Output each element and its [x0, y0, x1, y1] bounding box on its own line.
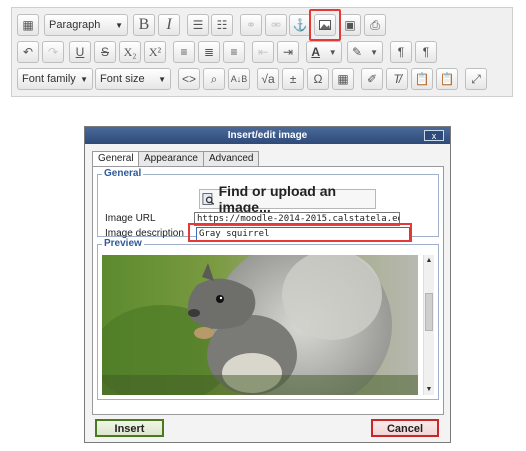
- numbered-list-icon[interactable]: ☷: [211, 14, 233, 36]
- align-center-icon[interactable]: ≣: [198, 41, 220, 63]
- format-select-label: Paragraph: [49, 19, 101, 31]
- squirrel-preview-image: [102, 255, 418, 395]
- superscript-label: X²: [148, 44, 162, 59]
- remove-format-icon[interactable]: T̸: [386, 68, 408, 90]
- undo-icon[interactable]: ↶: [17, 41, 39, 63]
- italic-button[interactable]: I: [158, 14, 180, 36]
- description-highlight: [188, 223, 412, 242]
- special-char-icon[interactable]: ±: [282, 68, 304, 90]
- fullscreen-icon[interactable]: ⤢: [465, 68, 487, 90]
- paste-word-icon[interactable]: 📋: [436, 68, 458, 90]
- font-size-label: Font size: [100, 73, 145, 85]
- toolbar-toggle-icon[interactable]: ▦: [17, 14, 39, 36]
- anchor-icon[interactable]: ⚓: [289, 14, 311, 36]
- insert-label: Insert: [114, 423, 145, 435]
- font-family-label: Font family: [22, 73, 76, 85]
- superscript-button[interactable]: X²: [144, 41, 166, 63]
- table-icon[interactable]: ▦: [332, 68, 354, 90]
- code-icon[interactable]: <>: [178, 68, 200, 90]
- dialog-titlebar: Insert/edit image: [85, 127, 450, 144]
- text-color-button[interactable]: A ▼: [306, 41, 342, 63]
- chevron-down-icon: ▼: [115, 20, 123, 30]
- find-upload-button[interactable]: Find or upload an image...: [199, 183, 376, 215]
- find-upload-label: Find or upload an image...: [218, 183, 337, 215]
- preview-legend: Preview: [102, 238, 144, 249]
- strikethrough-button[interactable]: S: [94, 41, 116, 63]
- insert-image-dialog: Insert/edit image x General Appearance A…: [84, 126, 451, 443]
- clear-formatting-icon[interactable]: ✐: [361, 68, 383, 90]
- chevron-down-icon: ▼: [370, 47, 378, 57]
- general-legend: General: [102, 168, 144, 179]
- bullet-list-icon[interactable]: ☰: [187, 14, 209, 36]
- dialog-title: Insert/edit image: [227, 130, 308, 141]
- chevron-down-icon: ▼: [80, 74, 88, 84]
- bold-button[interactable]: B: [133, 14, 155, 36]
- tab-advanced-label: Advanced: [209, 153, 254, 164]
- equation-button[interactable]: √a: [257, 68, 279, 90]
- spellcheck-icon[interactable]: A↓B: [228, 68, 250, 90]
- tab-appearance[interactable]: Appearance: [138, 151, 204, 166]
- align-left-icon[interactable]: ≡: [173, 41, 195, 63]
- underline-label: U: [75, 45, 85, 59]
- media-icon[interactable]: ▣: [339, 14, 361, 36]
- tab-general-label: General: [98, 153, 134, 164]
- outdent-icon[interactable]: ⇤: [252, 41, 274, 63]
- editor-toolbar: ▦ Paragraph ▼ B I ☰ ☷ ⚭ ⚮ ⚓ ▣ ⎙ ↶ ↷ U S …: [11, 7, 513, 97]
- ltr-icon[interactable]: ¶: [390, 41, 412, 63]
- highlighter-icon: ✎: [352, 45, 363, 59]
- background-color-button[interactable]: ✎ ▼: [347, 41, 383, 63]
- paste-text-icon[interactable]: 📋: [411, 68, 433, 90]
- indent-icon[interactable]: ⇥: [277, 41, 299, 63]
- strikethrough-label: S: [100, 45, 109, 59]
- scroll-up-icon[interactable]: ▲: [425, 257, 433, 264]
- chevron-down-icon: ▼: [328, 47, 337, 57]
- preview-scrollbar[interactable]: ▲ ▼: [423, 255, 434, 395]
- preview-fieldset: Preview ▲ ▼: [97, 238, 439, 400]
- text-color-label: A: [311, 45, 321, 59]
- tab-panel-general: General Find or upload an image... Image…: [92, 166, 444, 415]
- cancel-label: Cancel: [386, 423, 424, 435]
- cancel-button[interactable]: Cancel: [371, 419, 439, 437]
- subscript-label: X₂: [123, 44, 137, 59]
- tab-general[interactable]: General: [92, 151, 140, 167]
- italic-label: I: [166, 16, 172, 33]
- link-icon[interactable]: ⚭: [240, 14, 262, 36]
- font-size-select[interactable]: Font size ▼: [95, 68, 171, 90]
- rtl-icon[interactable]: ¶: [415, 41, 437, 63]
- font-family-select[interactable]: Font family ▼: [17, 68, 93, 90]
- tab-appearance-label: Appearance: [144, 153, 198, 164]
- tab-advanced[interactable]: Advanced: [203, 151, 260, 166]
- file-picker-icon: [202, 193, 215, 205]
- underline-button[interactable]: U: [69, 41, 91, 63]
- align-right-icon[interactable]: ≡: [223, 41, 245, 63]
- image-url-label: Image URL: [105, 213, 156, 224]
- omega-button[interactable]: Ω: [307, 68, 329, 90]
- scroll-thumb[interactable]: [425, 293, 433, 331]
- image-button-highlight: [309, 9, 341, 41]
- chevron-down-icon: ▼: [158, 74, 166, 84]
- close-label: x: [431, 131, 437, 141]
- subscript-button[interactable]: X₂: [119, 41, 141, 63]
- manage-files-icon[interactable]: ⎙: [364, 14, 386, 36]
- scroll-down-icon[interactable]: ▼: [425, 386, 433, 393]
- omega-label: Ω: [313, 72, 323, 86]
- search-replace-icon[interactable]: ⌕: [203, 68, 225, 90]
- bold-label: B: [138, 16, 150, 33]
- format-select[interactable]: Paragraph ▼: [44, 14, 128, 36]
- close-icon[interactable]: x: [424, 130, 444, 141]
- redo-icon[interactable]: ↷: [42, 41, 64, 63]
- unlink-icon[interactable]: ⚮: [265, 14, 287, 36]
- insert-button[interactable]: Insert: [95, 419, 164, 437]
- equation-label: √a: [261, 72, 275, 86]
